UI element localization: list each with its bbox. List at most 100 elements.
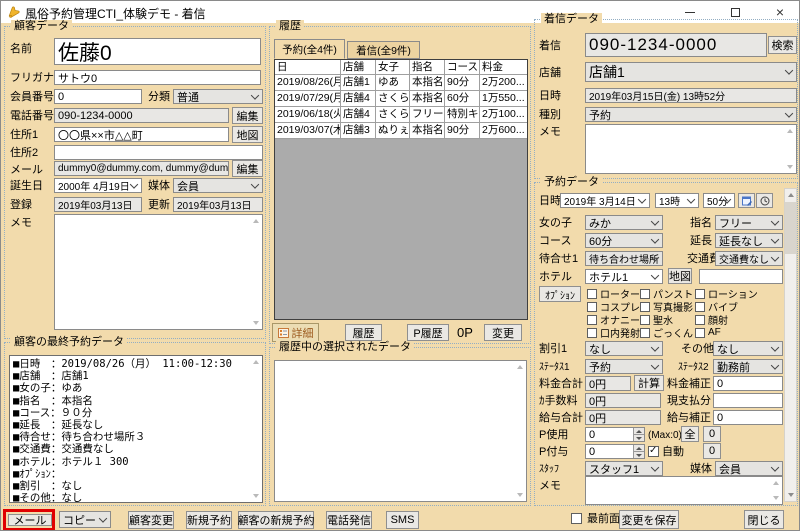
option-checkbox-item[interactable]: コスプレ	[587, 300, 640, 313]
fee-adjust-field[interactable]: 0	[713, 376, 783, 391]
shimei-select[interactable]: フリー	[715, 215, 783, 230]
category-select[interactable]: 普通	[173, 89, 263, 104]
option-checkbox-item[interactable]: 顔射	[695, 313, 783, 326]
reservation-media-select[interactable]: 会員	[715, 461, 783, 476]
customer-memo-textarea[interactable]	[54, 214, 263, 330]
scroll-down-button[interactable]	[785, 489, 796, 501]
cash-field[interactable]	[713, 393, 783, 408]
option-checkbox[interactable]	[695, 289, 705, 299]
course-select[interactable]: 60分	[585, 233, 663, 248]
spinner-down-button[interactable]	[633, 435, 644, 442]
customer-new-reservation-button[interactable]: 顧客の新規予約	[238, 511, 314, 529]
spinner-down-button[interactable]	[633, 452, 644, 459]
sms-button[interactable]: SMS	[386, 511, 419, 529]
call-button[interactable]: 電話発信	[326, 511, 372, 529]
fee-total-field[interactable]: 0円	[585, 376, 631, 391]
option-checkbox[interactable]	[640, 302, 650, 312]
scroll-up-button[interactable]	[785, 189, 796, 201]
reservation-scrollbar[interactable]	[784, 188, 797, 502]
p-history-button[interactable]: P履歴	[407, 324, 449, 341]
phone-field[interactable]: 090-1234-0000	[54, 108, 229, 123]
detail-button[interactable]: 詳細	[272, 323, 319, 342]
registered-field[interactable]: 2019年03月13日	[54, 197, 142, 212]
reservation-memo-textarea[interactable]	[585, 476, 783, 505]
other-select[interactable]: なし	[713, 341, 783, 356]
p-all-button[interactable]: 全	[681, 426, 699, 442]
option-checkbox[interactable]	[587, 328, 597, 338]
option-checkbox-item[interactable]: ローション	[695, 287, 783, 300]
last-reservation-list[interactable]: ■日時 ：2019/08/26（月） 11:00-12:30■店舗 ：店舗1■女…	[9, 355, 263, 503]
status2-select[interactable]: 勤務前	[713, 359, 783, 374]
topmost-checkbox[interactable]	[571, 513, 582, 524]
date-picker-button[interactable]	[738, 193, 755, 208]
option-checkbox[interactable]	[695, 302, 705, 312]
shop-select[interactable]: 店舗1	[585, 62, 797, 82]
incoming-memo-textarea[interactable]	[585, 124, 797, 174]
status1-select[interactable]: 予約	[585, 359, 663, 374]
change-button[interactable]: 変更	[484, 324, 522, 341]
incoming-datetime-field[interactable]: 2019年03月15日(金) 13時52分	[585, 88, 797, 103]
option-checkbox[interactable]	[587, 302, 597, 312]
staff-select[interactable]: スタッフ1	[585, 461, 663, 476]
option-checkbox-item[interactable]: ローター	[587, 287, 640, 300]
save-button[interactable]: 変更を保存	[619, 510, 679, 529]
scrollbar-thumb[interactable]	[785, 202, 796, 254]
option-checkbox-item[interactable]: 聖水	[640, 313, 695, 326]
customer-media-select[interactable]: 会員	[173, 178, 263, 193]
customer-change-button[interactable]: 顧客変更	[128, 511, 174, 529]
card-fee-field[interactable]: 0円	[585, 393, 661, 408]
history-table-row[interactable]: 2019/07/29(月)店舗4さくら本指名60分1万550...	[275, 91, 527, 107]
meeting-select[interactable]: 待ち合わせ場所	[585, 251, 663, 266]
transport-select[interactable]: 交通費なし	[715, 251, 783, 266]
hour-select[interactable]: 13時	[655, 193, 699, 208]
hotel-select[interactable]: ホテル1	[585, 269, 663, 284]
auto-checkbox[interactable]	[648, 446, 659, 457]
option-checkbox-item[interactable]: 写真撮影	[640, 300, 695, 313]
p-use-spinner[interactable]: 0	[585, 427, 645, 442]
option-checkbox[interactable]	[695, 315, 705, 325]
salary-total-field[interactable]: 0円	[585, 410, 661, 425]
name-field[interactable]: 佐藤0	[54, 38, 261, 65]
email-edit-button[interactable]: 編集	[232, 160, 263, 177]
search-button[interactable]: 検索	[768, 36, 797, 54]
hotel-map-button[interactable]: 地図	[668, 268, 692, 284]
selected-history-textarea[interactable]	[274, 360, 527, 502]
option-checkbox[interactable]	[695, 328, 705, 338]
hotel-extra-field[interactable]	[699, 269, 783, 284]
option-checkbox-item[interactable]: ごっくん	[640, 326, 695, 339]
option-checkbox-item[interactable]: バイブ	[695, 300, 783, 313]
history-table-row[interactable]: 2019/03/07(木)店舗3ぬりぇ本指名90分2万600...	[275, 123, 527, 139]
address1-field[interactable]: 〇〇県××市△△町	[54, 127, 229, 142]
option-checkbox-item[interactable]: オナニー	[587, 313, 640, 326]
dialog-close-button[interactable]: 閉じる	[744, 510, 784, 529]
copy-select[interactable]: コピー	[59, 511, 111, 528]
p-use-zero-button[interactable]: 0	[703, 426, 721, 442]
option-checkbox-item[interactable]: 口内発射	[587, 326, 640, 339]
discount-select[interactable]: なし	[585, 341, 663, 356]
history-button[interactable]: 履歴	[345, 324, 382, 341]
option-checkbox[interactable]	[587, 289, 597, 299]
birthday-select[interactable]: 2000年 4月19日	[54, 178, 142, 193]
extension-select[interactable]: 延長なし	[715, 233, 783, 248]
email-field[interactable]: dummy0@dummy.com, dummy@dummy.com	[54, 161, 229, 176]
option-checkbox[interactable]	[640, 315, 650, 325]
salary-adjust-field[interactable]: 0	[713, 410, 783, 425]
p-grant-zero-button[interactable]: 0	[703, 443, 721, 459]
tab-incoming-calls[interactable]: 着信(全9件)	[347, 41, 420, 59]
date-select[interactable]: 2019年 3月14日	[560, 193, 650, 208]
option-checkbox-item[interactable]: パンスト	[640, 287, 695, 300]
time-reset-button[interactable]	[756, 193, 773, 208]
mail-button[interactable]: メール	[8, 514, 52, 526]
address2-field[interactable]	[54, 145, 263, 160]
furigana-field[interactable]: サトウ0	[54, 70, 261, 85]
minute-select[interactable]: 50分	[703, 193, 735, 208]
updated-field[interactable]: 2019年03月13日	[173, 197, 263, 212]
incoming-number-field[interactable]: 090-1234-0000	[585, 33, 767, 57]
option-checkbox[interactable]	[587, 315, 597, 325]
tab-reservations[interactable]: 予約(全4件)	[274, 39, 345, 59]
phone-edit-button[interactable]: 編集	[232, 107, 263, 124]
p-grant-spinner[interactable]: 0	[585, 444, 645, 459]
calc-button[interactable]: 計算	[634, 375, 664, 391]
address-map-button[interactable]: 地図	[232, 126, 263, 143]
option-checkbox[interactable]	[640, 289, 650, 299]
